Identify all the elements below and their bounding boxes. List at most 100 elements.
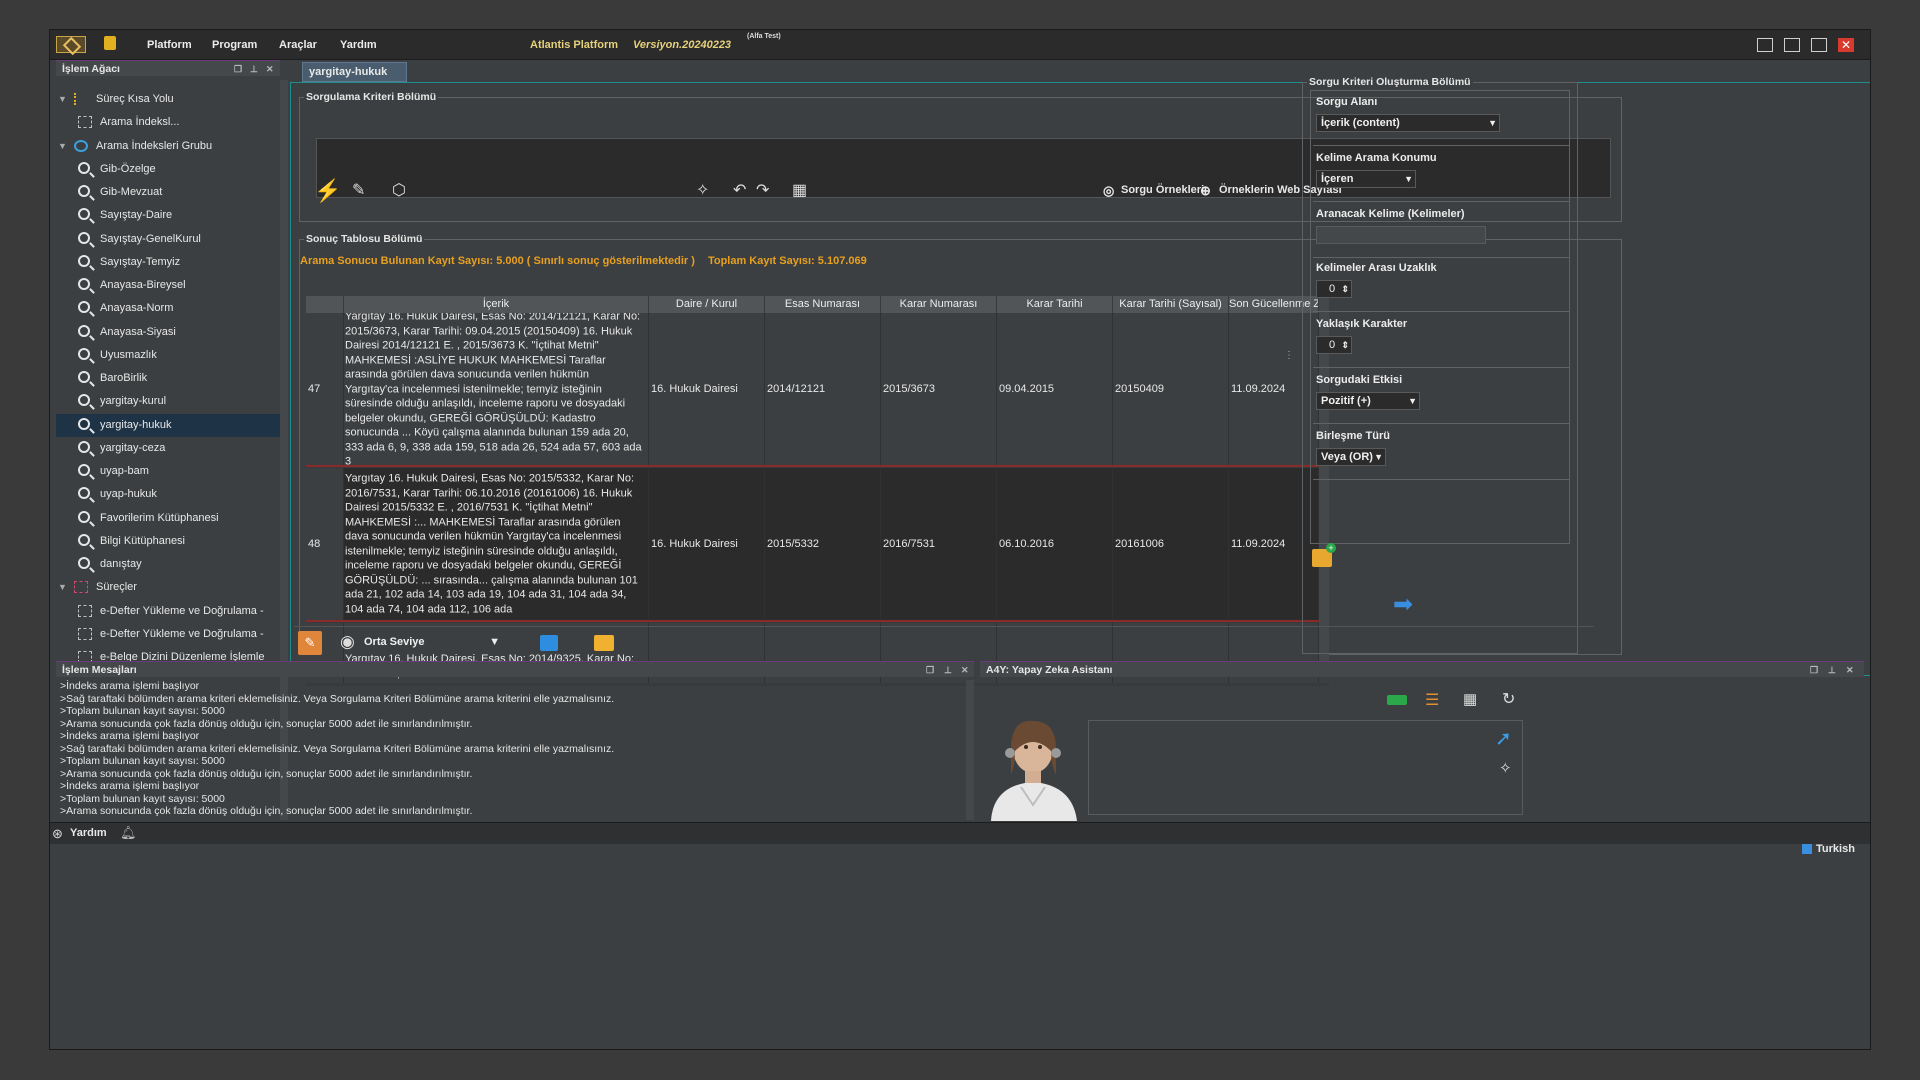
- level-combo[interactable]: Orta Seviye ▼: [360, 634, 502, 654]
- user-icon[interactable]: [104, 36, 116, 50]
- keyboard-icon[interactable]: ▦: [792, 180, 807, 200]
- messages-scrollbar[interactable]: [966, 680, 974, 820]
- undo-icon[interactable]: ↶: [733, 180, 746, 200]
- criteria-spinner[interactable]: 0 ⇕: [1316, 336, 1352, 354]
- help-button[interactable]: Yardım: [70, 827, 107, 839]
- tree-item[interactable]: uyap-bam: [56, 460, 280, 483]
- criteria-field-value: Pozitif (+): [1321, 395, 1371, 407]
- help-icon[interactable]: ⊛: [52, 826, 63, 842]
- wand-icon[interactable]: ✧: [696, 180, 709, 200]
- chevron-down-icon[interactable]: ▼: [1404, 171, 1413, 187]
- close-button[interactable]: ✕: [1838, 38, 1854, 52]
- tree-item[interactable]: Sayıştay-Temyiz: [56, 251, 280, 274]
- tree-item[interactable]: BaroBirlik: [56, 367, 280, 390]
- tree-item[interactable]: yargitay-kurul: [56, 390, 280, 413]
- keyboard-icon[interactable]: ▦: [1463, 690, 1477, 708]
- menu-program[interactable]: Program: [212, 39, 257, 51]
- eye-icon[interactable]: ◉: [340, 633, 355, 650]
- settings-icon[interactable]: [540, 635, 558, 651]
- menu-yardim[interactable]: Yardım: [340, 39, 377, 51]
- monitor-icon[interactable]: [1757, 38, 1773, 52]
- tree-item[interactable]: Anayasa-Norm: [56, 297, 280, 320]
- menu-platform[interactable]: Platform: [147, 39, 192, 51]
- list-icon[interactable]: ☰: [1425, 690, 1439, 710]
- maximize-button[interactable]: [1811, 38, 1827, 52]
- column-header[interactable]: Karar Numarası: [881, 296, 997, 313]
- tree-item[interactable]: Gib-Özelge: [56, 158, 280, 181]
- tree-item[interactable]: Sayıştay-Daire: [56, 204, 280, 227]
- menu-araclar[interactable]: Araçlar: [279, 39, 317, 51]
- restore-icon[interactable]: ❐: [234, 61, 242, 77]
- criteria-combo[interactable]: İçerik (content) ▼: [1316, 114, 1500, 132]
- tree-item[interactable]: Gib-Mevzuat: [56, 181, 280, 204]
- tree-item[interactable]: e-Defter Yükleme ve Doğrulama -: [56, 600, 280, 623]
- pin-icon[interactable]: ⊥: [1828, 662, 1836, 678]
- tree-item[interactable]: Uyusmazlık: [56, 344, 280, 367]
- tree-item[interactable]: Bilgi Kütüphanesi: [56, 530, 280, 553]
- query-examples-button[interactable]: Sorgu Örnekleri: [1121, 184, 1204, 196]
- criteria-spinner[interactable]: 0 ⇕: [1316, 280, 1352, 298]
- pin-icon[interactable]: ⊥: [944, 662, 952, 678]
- chevron-down-icon[interactable]: ▼: [1488, 115, 1497, 131]
- add-criteria-icon[interactable]: +: [1312, 543, 1336, 567]
- expand-icon[interactable]: ▼: [58, 576, 67, 599]
- tree-item[interactable]: Anayasa-Siyasi: [56, 321, 280, 344]
- redo-icon[interactable]: ↷: [756, 180, 769, 200]
- eraser-icon[interactable]: ✎: [352, 180, 365, 200]
- keyword-input[interactable]: [1316, 226, 1486, 244]
- column-header[interactable]: Karar Tarihi: [997, 296, 1113, 313]
- tree-item[interactable]: e-Defter Yükleme ve Doğrulama -: [56, 623, 280, 646]
- close-icon[interactable]: ✕: [1846, 662, 1854, 678]
- expand-icon[interactable]: ▼: [58, 135, 67, 158]
- tree-item[interactable]: Anayasa-Bireysel: [56, 274, 280, 297]
- table-row[interactable]: 48 Yargıtay 16. Hukuk Dairesi, Esas No: 2…: [306, 468, 1329, 622]
- examples-icon[interactable]: ◎: [1103, 183, 1114, 199]
- apply-arrow-icon[interactable]: ➡: [1393, 590, 1413, 619]
- table-row[interactable]: 47 Yargıtay 16. Hukuk Dairesi, Esas No: 2…: [306, 313, 1329, 467]
- lightning-icon[interactable]: ⚡: [314, 178, 341, 204]
- brush-icon[interactable]: ✎: [298, 631, 322, 655]
- chevron-down-icon: ▼: [489, 636, 500, 648]
- folder-icon[interactable]: [594, 635, 614, 651]
- criteria-combo[interactable]: İçeren ▼: [1316, 170, 1416, 188]
- spinner-arrows-icon[interactable]: ⇕: [1341, 281, 1349, 297]
- criteria-combo[interactable]: Veya (OR) ▼: [1316, 448, 1386, 466]
- language-label[interactable]: Turkish: [1816, 843, 1855, 855]
- tree-item[interactable]: ▼ Arama İndeksleri Grubu: [56, 135, 280, 158]
- tree-item[interactable]: Arama İndeksl...: [56, 111, 280, 134]
- camera-icon[interactable]: [1387, 695, 1407, 705]
- ai-chat-box[interactable]: [1088, 720, 1523, 815]
- tree-item[interactable]: ▼ Süreç Kısa Yolu: [56, 88, 280, 111]
- chevron-down-icon[interactable]: ▼: [1374, 449, 1383, 465]
- chevron-down-icon[interactable]: ▼: [1408, 393, 1417, 409]
- tree-item[interactable]: danıştay: [56, 553, 280, 576]
- cube-icon[interactable]: ⬡: [392, 180, 406, 200]
- tree-item[interactable]: yargitay-ceza: [56, 437, 280, 460]
- tree-item[interactable]: uyap-hukuk: [56, 483, 280, 506]
- splitter-handle[interactable]: ⋮: [1284, 350, 1294, 361]
- pin-icon[interactable]: ⊥: [250, 61, 258, 77]
- search-icon: [78, 464, 90, 476]
- column-header[interactable]: İçerik: [344, 296, 649, 313]
- tree-item[interactable]: Sayıştay-GenelKurul: [56, 228, 280, 251]
- restore-icon[interactable]: ❐: [1810, 662, 1818, 678]
- magic-icon[interactable]: ✧: [1499, 759, 1512, 777]
- column-header[interactable]: Daire / Kurul: [649, 296, 765, 313]
- column-header[interactable]: Esas Numarası: [765, 296, 881, 313]
- criteria-combo[interactable]: Pozitif (+) ▼: [1316, 392, 1420, 410]
- tree-item[interactable]: Favorilerim Kütüphanesi: [56, 507, 280, 530]
- minimize-button[interactable]: [1784, 38, 1800, 52]
- tree-item[interactable]: ▼ Süreçler: [56, 576, 280, 599]
- bell-icon[interactable]: 🔔︎: [120, 825, 137, 841]
- rocket-icon[interactable]: ➚: [1495, 726, 1512, 751]
- spinner-arrows-icon[interactable]: ⇕: [1341, 337, 1349, 353]
- column-header[interactable]: Karar Tarihi (Sayısal): [1113, 296, 1229, 313]
- expand-icon[interactable]: ▼: [58, 88, 67, 111]
- tree-item[interactable]: yargitay-hukuk: [56, 413, 280, 437]
- close-icon[interactable]: ✕: [961, 662, 969, 678]
- restore-icon[interactable]: ❐: [926, 662, 934, 678]
- tab-yargitay-hukuk[interactable]: yargitay-hukuk: [302, 62, 407, 82]
- close-icon[interactable]: ✕: [266, 61, 274, 77]
- refresh-icon[interactable]: ↻: [1502, 689, 1515, 709]
- globe-icon[interactable]: ⊕: [1200, 183, 1211, 199]
